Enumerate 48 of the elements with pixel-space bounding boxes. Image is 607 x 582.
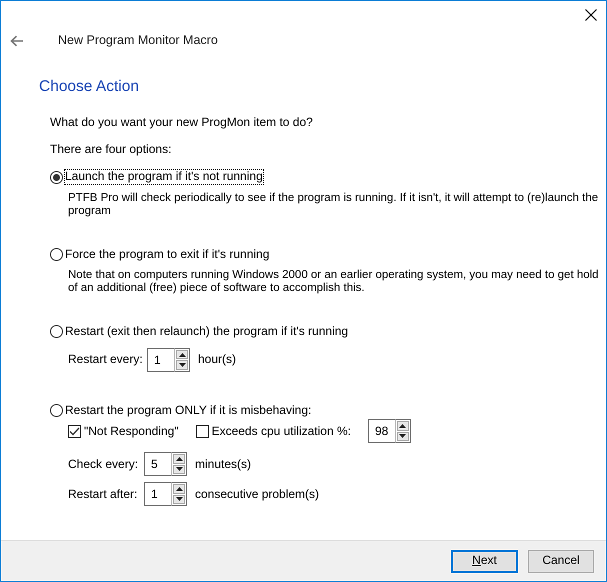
checkbox-label[interactable]: "Not Responding" [84, 424, 179, 438]
spin-down-button[interactable] [396, 432, 409, 442]
setting-label: Restart every: [68, 353, 144, 367]
checkbox[interactable] [196, 424, 209, 438]
spin-down-button[interactable] [173, 494, 185, 504]
close-icon [585, 9, 597, 21]
up-triangle-icon [176, 456, 182, 461]
option-label[interactable]: Force the program to exit if it's running [65, 248, 270, 261]
option-label[interactable]: Restart the program ONLY if it is misbehaving: [65, 404, 312, 418]
down-triangle-icon [176, 467, 182, 472]
unit-label: consecutive problem(s) [195, 488, 320, 501]
next-button[interactable]: Next [451, 550, 518, 572]
number-field[interactable]: 98 [368, 419, 395, 444]
instruction-text: There are four options: [50, 143, 172, 156]
spin-down-button[interactable] [173, 464, 185, 474]
number-field[interactable]: 5 [144, 452, 171, 476]
instruction-text: What do you want your new ProgMon item to do? [50, 116, 314, 130]
radio-button[interactable] [50, 170, 63, 184]
number-field[interactable]: 1 [144, 482, 171, 506]
down-triangle-icon [399, 434, 406, 438]
checkbox-label[interactable]: Exceeds cpu utilization %: [212, 424, 351, 438]
radio-button[interactable] [50, 324, 63, 338]
down-triangle-icon [176, 497, 182, 502]
spin-up-button[interactable] [396, 421, 409, 431]
number-field[interactable]: 1 [147, 348, 174, 372]
option-label[interactable]: Launch the program if it's not running [65, 170, 263, 184]
unit-label: minutes(s) [195, 458, 252, 471]
spin-down-button[interactable] [176, 360, 188, 370]
cancel-button[interactable]: Cancel [528, 550, 594, 572]
setting-label: Check every: [68, 458, 140, 471]
page-heading: Choose Action [39, 78, 140, 96]
spin-up-button[interactable] [173, 484, 185, 494]
up-triangle-icon [176, 486, 182, 491]
option-label[interactable]: Restart (exit then relaunch) the program if it's running [65, 324, 348, 338]
up-triangle-icon [178, 352, 186, 357]
setting-label: Restart after: [68, 488, 138, 501]
option-description: Note that on computers running Windows 2000 or an earlier operating system, you may need to get hold of an additional (free) piece of software to accomplish this. [68, 268, 600, 295]
radio-button[interactable] [50, 404, 63, 418]
option-description: PTFB Pro will check periodically to see if the program is running. If it isn't, it will attempt to (re)launch the program [68, 192, 600, 218]
radio-button[interactable] [50, 248, 63, 261]
spin-up-button[interactable] [176, 350, 188, 360]
spin-up-button[interactable] [173, 454, 185, 464]
back-arrow-icon [10, 35, 24, 47]
unit-label: hour(s) [198, 353, 236, 367]
window-title: New Program Monitor Macro [58, 34, 218, 48]
down-triangle-icon [178, 363, 186, 368]
up-triangle-icon [399, 424, 406, 428]
checkbox[interactable] [68, 424, 81, 438]
